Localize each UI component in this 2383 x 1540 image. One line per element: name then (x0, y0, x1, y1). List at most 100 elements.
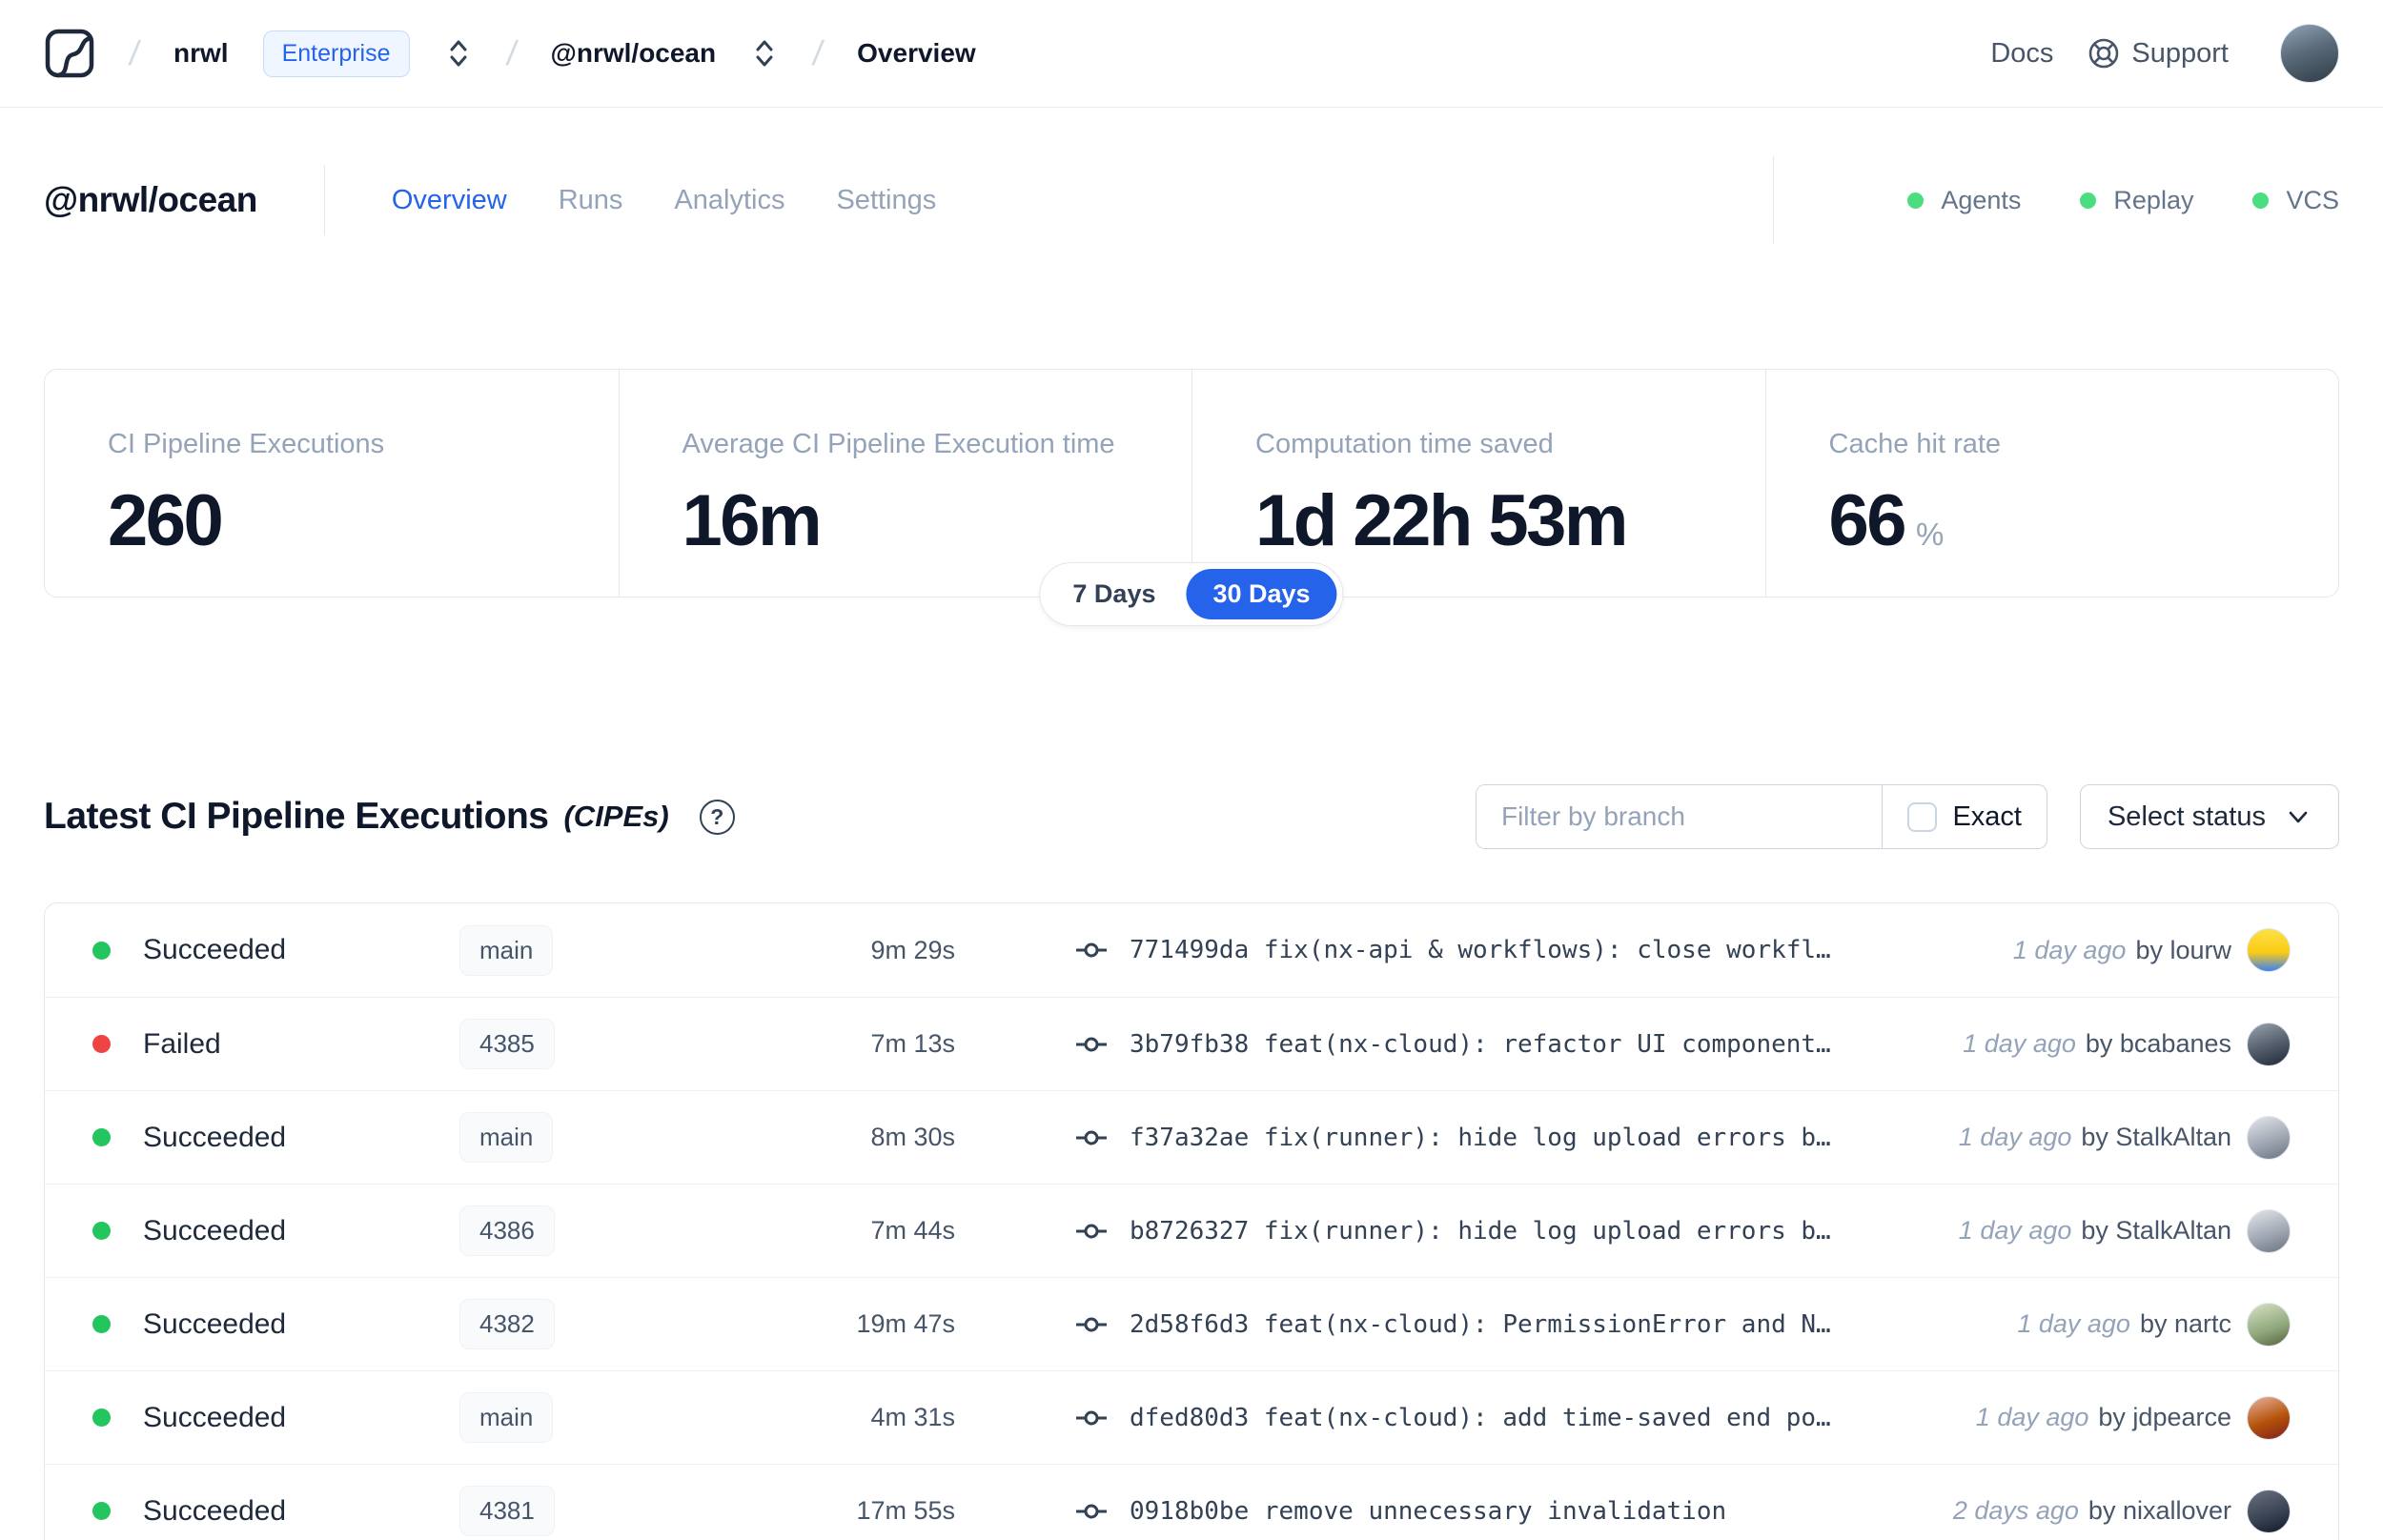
date-range-toggle: 7 Days 30 Days (1039, 562, 1344, 626)
breadcrumb: / nrwl Enterprise / @nrwl/ocean / Overvi… (44, 28, 976, 79)
table-row[interactable]: Succeeded main 4m 31s dfed80d3 feat(nx-c… (45, 1370, 2338, 1464)
user-avatar[interactable] (2280, 24, 2339, 83)
git-commit-icon (1076, 1317, 1107, 1331)
cipe-controls: Exact Select status (1475, 784, 2339, 849)
author: by nixallover (2088, 1496, 2231, 1525)
time-ago: 1 day ago (1958, 1216, 2072, 1245)
status-dot-icon (92, 1222, 111, 1240)
docs-link[interactable]: Docs (1990, 38, 2053, 70)
select-status-dropdown[interactable]: Select status (2079, 784, 2339, 849)
status-replay-label: Replay (2113, 185, 2194, 214)
status-dot-icon (92, 941, 111, 960)
green-dot-icon (2252, 192, 2270, 209)
support-link[interactable]: Support (2088, 37, 2229, 70)
git-commit-icon (1076, 1504, 1107, 1518)
breadcrumb-separator: / (503, 33, 519, 72)
commit-message[interactable]: 0918b0be remove unnecessary invalidation (1130, 1497, 1726, 1526)
branch-badge[interactable]: 4382 (459, 1299, 555, 1349)
stat-cache-hit-rate: Cache hit rate 66 % (1764, 370, 2339, 597)
time-ago: 2 days ago (1952, 1496, 2079, 1525)
exact-toggle[interactable]: Exact (1882, 785, 2047, 848)
branch-badge[interactable]: 4381 (459, 1486, 555, 1536)
status-agents[interactable]: Agents (1907, 186, 2021, 215)
range-30-days-button[interactable]: 30 Days (1186, 569, 1337, 619)
commit-message[interactable]: f37a32ae fix(runner): hide log upload er… (1130, 1124, 1831, 1152)
branch-badge[interactable]: 4386 (459, 1206, 555, 1256)
workspace-tabs: Overview Runs Analytics Settings (392, 185, 936, 216)
stat-value: 16m (682, 480, 823, 561)
duration: 17m 55s (856, 1496, 955, 1525)
breadcrumb-workspace[interactable]: @nrwl/ocean (551, 38, 717, 69)
author-avatar[interactable] (2247, 1489, 2291, 1533)
table-row[interactable]: Failed 4385 7m 13s 3b79fb38 feat(nx-clou… (45, 997, 2338, 1090)
author-avatar[interactable] (2247, 928, 2291, 972)
breadcrumb-separator: / (810, 33, 826, 72)
navbar-actions: Docs Support (1990, 24, 2339, 83)
org-switcher-chevrons-icon[interactable] (444, 37, 473, 70)
git-commit-icon (1076, 1037, 1107, 1051)
duration: 9m 29s (870, 935, 955, 964)
git-commit-icon (1076, 942, 1107, 958)
status-replay[interactable]: Replay (2080, 186, 2193, 215)
time-ago: 1 day ago (2017, 1309, 2130, 1338)
table-row[interactable]: Succeeded 4381 17m 55s 0918b0be remove u… (45, 1464, 2338, 1540)
time-ago: 1 day ago (1958, 1123, 2072, 1151)
commit-message[interactable]: 2d58f6d3 feat(nx-cloud): PermissionError… (1130, 1310, 1831, 1339)
chevron-down-icon (2289, 811, 2308, 823)
author-avatar[interactable] (2247, 1022, 2291, 1066)
nx-cloud-logo-icon[interactable] (44, 28, 95, 79)
stat-label: Computation time saved (1255, 429, 1554, 459)
select-status-label: Select status (2107, 800, 2266, 832)
commit-message[interactable]: 771499da fix(nx-api & workflows): close … (1130, 936, 1831, 964)
exact-checkbox[interactable] (1907, 801, 1938, 832)
tab-runs[interactable]: Runs (559, 185, 623, 216)
status-text: Succeeded (143, 1214, 287, 1246)
exact-label: Exact (1952, 800, 2022, 832)
range-7-days-button[interactable]: 7 Days (1046, 569, 1182, 619)
time-ago: 1 day ago (2012, 935, 2127, 964)
branch-badge[interactable]: main (459, 924, 554, 976)
stat-value: 66 (1828, 480, 1907, 561)
branch-filter-input[interactable] (1476, 785, 1883, 848)
help-icon[interactable]: ? (699, 799, 735, 835)
support-label: Support (2131, 37, 2229, 69)
table-row[interactable]: Succeeded 4386 7m 44s b8726327 fix(runne… (45, 1184, 2338, 1277)
author-avatar[interactable] (2247, 1302, 2291, 1347)
workspace-switcher-chevrons-icon[interactable] (750, 37, 779, 70)
divider (1773, 156, 1775, 244)
author-avatar[interactable] (2247, 1395, 2291, 1440)
author-avatar[interactable] (2247, 1115, 2291, 1160)
git-commit-icon (1076, 1410, 1107, 1425)
table-row[interactable]: Succeeded 4382 19m 47s 2d58f6d3 feat(nx-… (45, 1277, 2338, 1370)
author-avatar[interactable] (2247, 1208, 2291, 1253)
commit-message[interactable]: 3b79fb38 feat(nx-cloud): refactor UI com… (1130, 1030, 1831, 1059)
duration: 7m 13s (870, 1029, 955, 1058)
branch-badge[interactable]: main (459, 1112, 554, 1163)
stat-value: 1d 22h 53m (1255, 480, 1629, 561)
tab-overview[interactable]: Overview (392, 185, 507, 216)
status-dot-icon (92, 1315, 111, 1333)
status-text: Succeeded (143, 1307, 287, 1340)
time-ago: 1 day ago (1975, 1403, 2089, 1431)
tab-settings[interactable]: Settings (836, 185, 936, 216)
branch-badge[interactable]: main (459, 1392, 554, 1443)
status-dot-icon (92, 1502, 111, 1520)
feature-statuses: Agents Replay VCS (1773, 156, 2339, 244)
enterprise-badge: Enterprise (262, 30, 410, 77)
stat-suffix: % (1916, 517, 1945, 552)
cipe-title: Latest CI Pipeline Executions (44, 796, 549, 837)
breadcrumb-page: Overview (857, 38, 976, 68)
status-vcs[interactable]: VCS (2252, 186, 2339, 215)
author: by bcabanes (2085, 1029, 2231, 1058)
breadcrumb-org[interactable]: nrwl (173, 38, 229, 69)
cipe-table: Succeeded main 9m 29s 771499da fix(nx-ap… (44, 902, 2339, 1540)
status-agents-label: Agents (1941, 185, 2022, 214)
commit-message[interactable]: dfed80d3 feat(nx-cloud): add time-saved … (1130, 1404, 1831, 1432)
stat-label: CI Pipeline Executions (108, 429, 385, 459)
duration: 7m 44s (870, 1216, 955, 1245)
tab-analytics[interactable]: Analytics (674, 185, 784, 216)
table-row[interactable]: Succeeded main 8m 30s f37a32ae fix(runne… (45, 1090, 2338, 1184)
table-row[interactable]: Succeeded main 9m 29s 771499da fix(nx-ap… (45, 903, 2338, 997)
branch-badge[interactable]: 4385 (459, 1019, 555, 1069)
commit-message[interactable]: b8726327 fix(runner): hide log upload er… (1130, 1217, 1831, 1246)
